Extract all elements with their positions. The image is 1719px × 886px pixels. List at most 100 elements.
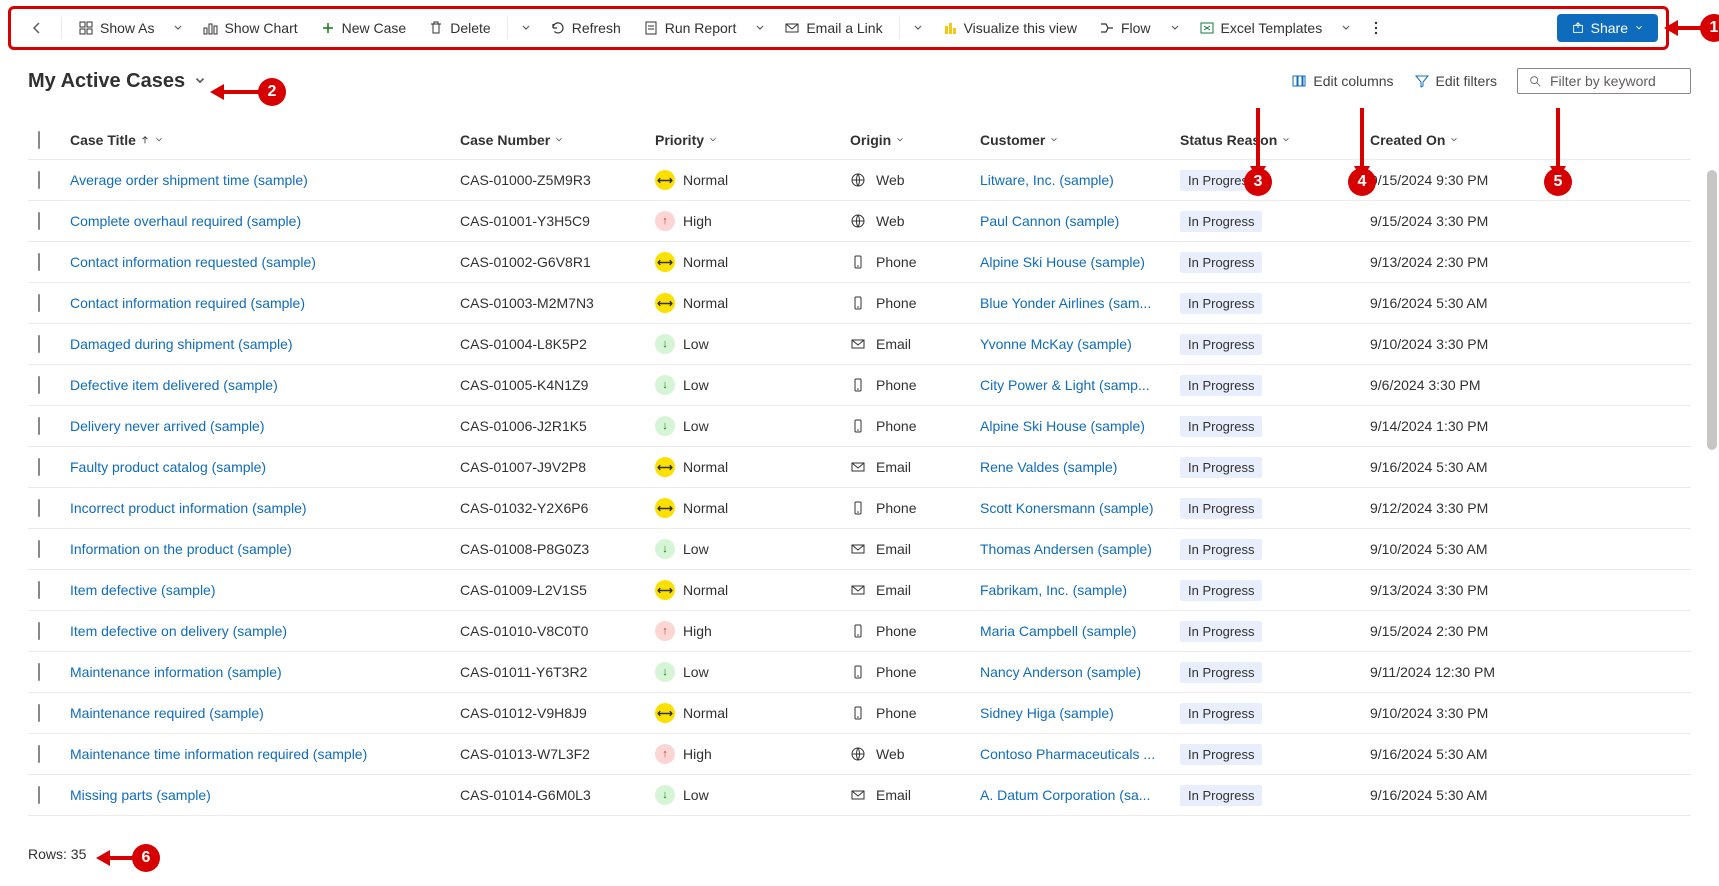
vertical-scrollbar[interactable]	[1707, 170, 1717, 450]
table-row[interactable]: Average order shipment time (sample)CAS-…	[28, 160, 1691, 201]
table-row[interactable]: Information on the product (sample)CAS-0…	[28, 529, 1691, 570]
case-title-link[interactable]: Average order shipment time (sample)	[70, 172, 308, 188]
table-row[interactable]: Item defective on delivery (sample)CAS-0…	[28, 611, 1691, 652]
visualize-button[interactable]: Visualize this view	[932, 14, 1087, 42]
show-chart-button[interactable]: Show Chart	[192, 14, 307, 42]
row-checkbox[interactable]	[38, 745, 40, 763]
customer-link[interactable]: Alpine Ski House (sample)	[980, 418, 1145, 434]
table-row[interactable]: Faulty product catalog (sample)CAS-01007…	[28, 447, 1691, 488]
case-title-link[interactable]: Item defective on delivery (sample)	[70, 623, 287, 639]
case-title-link[interactable]: Missing parts (sample)	[70, 787, 211, 803]
row-checkbox[interactable]	[38, 540, 40, 558]
flow-chevron[interactable]	[1163, 16, 1187, 40]
more-commands-button[interactable]	[1360, 14, 1392, 42]
column-header-origin[interactable]: Origin	[850, 132, 980, 148]
case-title-link[interactable]: Maintenance time information required (s…	[70, 746, 367, 762]
row-checkbox[interactable]	[38, 171, 40, 189]
customer-link[interactable]: Rene Valdes (sample)	[980, 459, 1117, 475]
column-header-customer[interactable]: Customer	[980, 132, 1180, 148]
back-button[interactable]	[19, 14, 55, 42]
row-checkbox[interactable]	[38, 458, 40, 476]
refresh-button[interactable]: Refresh	[540, 14, 631, 42]
customer-link[interactable]: Blue Yonder Airlines (sam...	[980, 295, 1151, 311]
customer-link[interactable]: Scott Konersmann (sample)	[980, 500, 1154, 516]
customer-link[interactable]: Sidney Higa (sample)	[980, 705, 1114, 721]
table-row[interactable]: Contact information requested (sample)CA…	[28, 242, 1691, 283]
customer-link[interactable]: City Power & Light (samp...	[980, 377, 1150, 393]
row-checkbox[interactable]	[38, 663, 40, 681]
edit-filters-button[interactable]: Edit filters	[1414, 73, 1497, 89]
case-title-link[interactable]: Contact information required (sample)	[70, 295, 305, 311]
table-row[interactable]: Maintenance time information required (s…	[28, 734, 1691, 775]
case-title-link[interactable]: Damaged during shipment (sample)	[70, 336, 293, 352]
delete-button[interactable]: Delete	[418, 14, 500, 42]
keyword-search[interactable]	[1517, 68, 1691, 94]
column-header-priority[interactable]: Priority	[655, 132, 850, 148]
table-row[interactable]: Missing parts (sample)CAS-01014-G6M0L3↓L…	[28, 775, 1691, 816]
email-link-button[interactable]: Email a Link	[774, 14, 892, 42]
share-button[interactable]: Share	[1557, 14, 1658, 42]
view-selector-chevron[interactable]	[193, 74, 207, 88]
select-all-checkbox[interactable]	[38, 131, 40, 149]
column-header-case-title[interactable]: Case Title	[70, 132, 460, 148]
excel-templates-chevron[interactable]	[1334, 16, 1358, 40]
customer-link[interactable]: Contoso Pharmaceuticals ...	[980, 746, 1155, 762]
row-checkbox[interactable]	[38, 499, 40, 517]
table-row[interactable]: Item defective (sample)CAS-01009-L2V1S5⟷…	[28, 570, 1691, 611]
row-checkbox[interactable]	[38, 376, 40, 394]
case-title-link[interactable]: Maintenance information (sample)	[70, 664, 282, 680]
edit-columns-button[interactable]: Edit columns	[1291, 73, 1393, 89]
table-row[interactable]: Complete overhaul required (sample)CAS-0…	[28, 201, 1691, 242]
flow-button[interactable]: Flow	[1089, 14, 1161, 42]
table-row[interactable]: Maintenance information (sample)CAS-0101…	[28, 652, 1691, 693]
chart-icon	[202, 20, 218, 36]
case-title-link[interactable]: Item defective (sample)	[70, 582, 216, 598]
case-number-cell: CAS-01013-W7L3F2	[460, 746, 655, 762]
show-as-chevron[interactable]	[166, 16, 190, 40]
column-header-created-on[interactable]: Created On	[1370, 132, 1560, 148]
row-checkbox[interactable]	[38, 704, 40, 722]
table-row[interactable]: Delivery never arrived (sample)CAS-01006…	[28, 406, 1691, 447]
case-title-link[interactable]: Delivery never arrived (sample)	[70, 418, 265, 434]
case-title-link[interactable]: Defective item delivered (sample)	[70, 377, 278, 393]
customer-link[interactable]: Fabrikam, Inc. (sample)	[980, 582, 1127, 598]
case-title-link[interactable]: Incorrect product information (sample)	[70, 500, 307, 516]
table-row[interactable]: Damaged during shipment (sample)CAS-0100…	[28, 324, 1691, 365]
email-link-chevron[interactable]	[906, 16, 930, 40]
customer-link[interactable]: Alpine Ski House (sample)	[980, 254, 1145, 270]
excel-templates-button[interactable]: Excel Templates	[1189, 14, 1333, 42]
customer-link[interactable]: Yvonne McKay (sample)	[980, 336, 1132, 352]
run-report-button[interactable]: Run Report	[633, 14, 747, 42]
column-header-status-reason[interactable]: Status Reason	[1180, 132, 1370, 148]
row-checkbox[interactable]	[38, 253, 40, 271]
customer-link[interactable]: Thomas Andersen (sample)	[980, 541, 1152, 557]
keyword-search-input[interactable]	[1550, 73, 1680, 89]
case-title-link[interactable]: Faulty product catalog (sample)	[70, 459, 266, 475]
customer-link[interactable]: Nancy Anderson (sample)	[980, 664, 1141, 680]
row-checkbox[interactable]	[38, 212, 40, 230]
case-title-link[interactable]: Complete overhaul required (sample)	[70, 213, 301, 229]
table-row[interactable]: Defective item delivered (sample)CAS-010…	[28, 365, 1691, 406]
delete-chevron[interactable]	[514, 16, 538, 40]
table-row[interactable]: Maintenance required (sample)CAS-01012-V…	[28, 693, 1691, 734]
case-title-link[interactable]: Contact information requested (sample)	[70, 254, 316, 270]
show-as-button[interactable]: Show As	[68, 14, 164, 42]
customer-link[interactable]: Paul Cannon (sample)	[980, 213, 1119, 229]
table-row[interactable]: Incorrect product information (sample)CA…	[28, 488, 1691, 529]
customer-link[interactable]: A. Datum Corporation (sa...	[980, 787, 1150, 803]
customer-link[interactable]: Maria Campbell (sample)	[980, 623, 1136, 639]
new-case-button[interactable]: New Case	[310, 14, 417, 42]
row-checkbox[interactable]	[38, 786, 40, 804]
row-checkbox[interactable]	[38, 622, 40, 640]
case-title-link[interactable]: Information on the product (sample)	[70, 541, 292, 557]
row-checkbox[interactable]	[38, 335, 40, 353]
case-title-link[interactable]: Maintenance required (sample)	[70, 705, 264, 721]
run-report-chevron[interactable]	[748, 16, 772, 40]
column-header-case-number[interactable]: Case Number	[460, 132, 655, 148]
row-checkbox[interactable]	[38, 294, 40, 312]
row-checkbox[interactable]	[38, 417, 40, 435]
origin-cell: Phone	[850, 500, 980, 516]
customer-link[interactable]: Litware, Inc. (sample)	[980, 172, 1114, 188]
table-row[interactable]: Contact information required (sample)CAS…	[28, 283, 1691, 324]
row-checkbox[interactable]	[38, 581, 40, 599]
